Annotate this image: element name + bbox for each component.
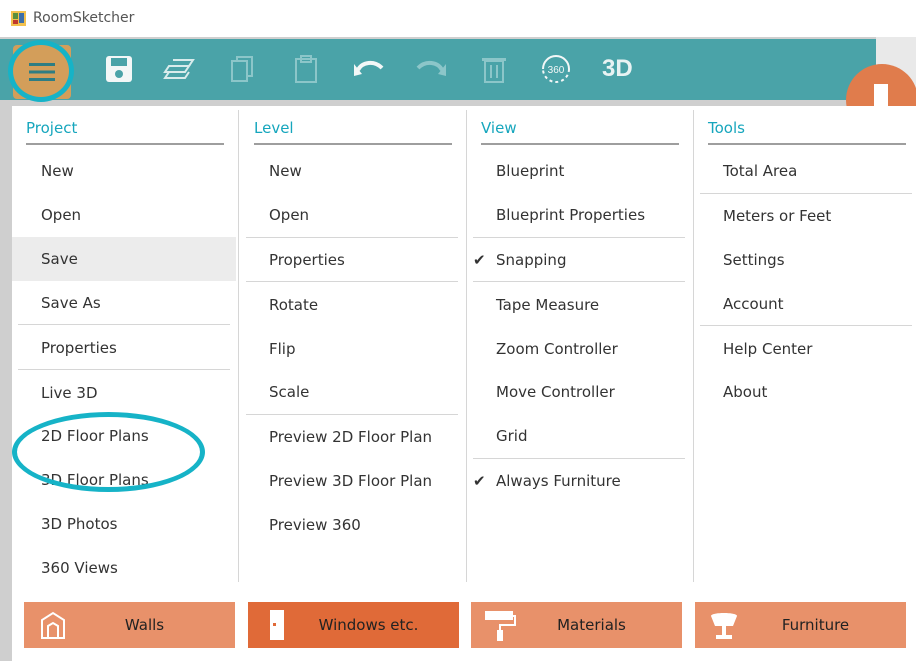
menu-item-project-3d-photos[interactable]: 3D Photos	[18, 502, 230, 546]
tab-materials[interactable]: Materials	[471, 602, 682, 648]
menu-item-level-properties[interactable]: Properties	[246, 238, 458, 282]
menu-header-project: Project	[26, 119, 78, 137]
app-title: RoomSketcher	[33, 10, 135, 26]
menu-header-tools: Tools	[708, 119, 745, 137]
menu-item-level-new[interactable]: New	[246, 149, 458, 193]
menu-item-level-scale[interactable]: Scale	[246, 370, 458, 414]
header-underline	[254, 143, 452, 145]
menu-item-view-blueprint[interactable]: Blueprint	[473, 149, 685, 193]
menu-item-tools-settings[interactable]: Settings	[700, 238, 912, 282]
tab-walls[interactable]: Walls	[24, 602, 235, 648]
menu-item-tools-total-area[interactable]: Total Area	[700, 149, 912, 193]
menu-item-view-always-furniture[interactable]: Always Furniture	[473, 459, 685, 503]
menu-item-view-blueprint-properties[interactable]: Blueprint Properties	[473, 193, 685, 237]
tab-furniture[interactable]: Furniture	[695, 602, 906, 648]
menu-column-tools: Tools Total Area Meters or Feet Settings…	[694, 106, 916, 580]
column-separator	[238, 110, 239, 582]
menu-item-level-open[interactable]: Open	[246, 193, 458, 237]
menu-divider	[473, 281, 685, 282]
menu-item-tools-meters-or-feet[interactable]: Meters or Feet	[700, 194, 912, 238]
menu-item-level-flip[interactable]: Flip	[246, 327, 458, 371]
menu-header-level: Level	[254, 119, 294, 137]
menu-header-view: View	[481, 119, 517, 137]
tab-materials-label: Materials	[557, 616, 626, 634]
rotate-360-label: 360	[548, 65, 565, 76]
menu-item-project-properties[interactable]: Properties	[18, 326, 230, 370]
menu-column-level: Level New Open Properties Rotate Flip Sc…	[240, 106, 467, 580]
tab-furniture-label: Furniture	[781, 616, 850, 634]
menu-item-tools-account[interactable]: Account	[700, 282, 912, 326]
menu-divider	[18, 324, 230, 325]
menu-item-project-new[interactable]: New	[18, 149, 230, 193]
menu-item-project-live-3d[interactable]: Live 3D	[18, 371, 230, 415]
header-underline	[26, 143, 224, 145]
menu-item-project-2d-floor-plans[interactable]: 2D Floor Plans	[18, 414, 230, 458]
menu-item-view-grid[interactable]: Grid	[473, 414, 685, 458]
redo-icon[interactable]	[414, 52, 448, 86]
header-underline	[481, 143, 679, 145]
rotate-360-icon[interactable]: 360	[539, 52, 573, 86]
menu-divider	[18, 369, 230, 370]
menu-item-tools-about[interactable]: About	[700, 370, 912, 414]
main-toolbar: 360	[84, 39, 876, 100]
menu-item-level-preview-2d[interactable]: Preview 2D Floor Plan	[246, 415, 458, 459]
paste-icon[interactable]	[289, 52, 323, 86]
menu-item-level-preview-3d[interactable]: Preview 3D Floor Plan	[246, 459, 458, 503]
menu-item-view-zoom-controller[interactable]: Zoom Controller	[473, 327, 685, 371]
menu-item-tools-help-center[interactable]: Help Center	[700, 327, 912, 371]
tab-windows[interactable]: Windows etc.	[248, 602, 459, 648]
layers-icon[interactable]	[162, 52, 196, 86]
trash-icon[interactable]	[477, 52, 511, 86]
header-underline	[708, 143, 906, 145]
menu-divider	[246, 281, 458, 282]
tab-windows-label: Windows etc.	[318, 616, 419, 634]
menu-item-project-3d-floor-plans[interactable]: 3D Floor Plans	[18, 458, 230, 502]
menu-divider	[700, 325, 912, 326]
menu-item-project-360-views[interactable]: 360 Views	[18, 546, 230, 590]
menu-item-level-preview-360[interactable]: Preview 360	[246, 503, 458, 547]
menu-item-project-save-as[interactable]: Save As	[18, 281, 230, 325]
menu-item-project-open[interactable]: Open	[18, 193, 230, 237]
menu-column-project: Project New Open Save Save As Properties…	[12, 106, 239, 580]
menu-item-view-tape-measure[interactable]: Tape Measure	[473, 283, 685, 327]
tab-walls-label: Walls	[124, 616, 165, 634]
menu-item-level-rotate[interactable]: Rotate	[246, 283, 458, 327]
save-icon[interactable]	[102, 52, 136, 86]
main-menu-button[interactable]	[13, 45, 71, 99]
undo-icon[interactable]	[352, 52, 386, 86]
hamburger-menu-icon	[29, 63, 55, 81]
copy-icon[interactable]	[226, 52, 260, 86]
menu-column-view: View Blueprint Blueprint Properties ✔ Sn…	[467, 106, 694, 580]
menu-item-view-move-controller[interactable]: Move Controller	[473, 370, 685, 414]
title-bar: RoomSketcher	[0, 0, 916, 37]
menu-item-project-save[interactable]: Save	[12, 237, 236, 281]
view-3d-button[interactable]: 3D	[602, 55, 633, 83]
door-icon	[874, 84, 888, 106]
menu-item-view-snapping[interactable]: Snapping	[473, 238, 685, 282]
roomsketcher-logo-icon	[11, 11, 26, 26]
